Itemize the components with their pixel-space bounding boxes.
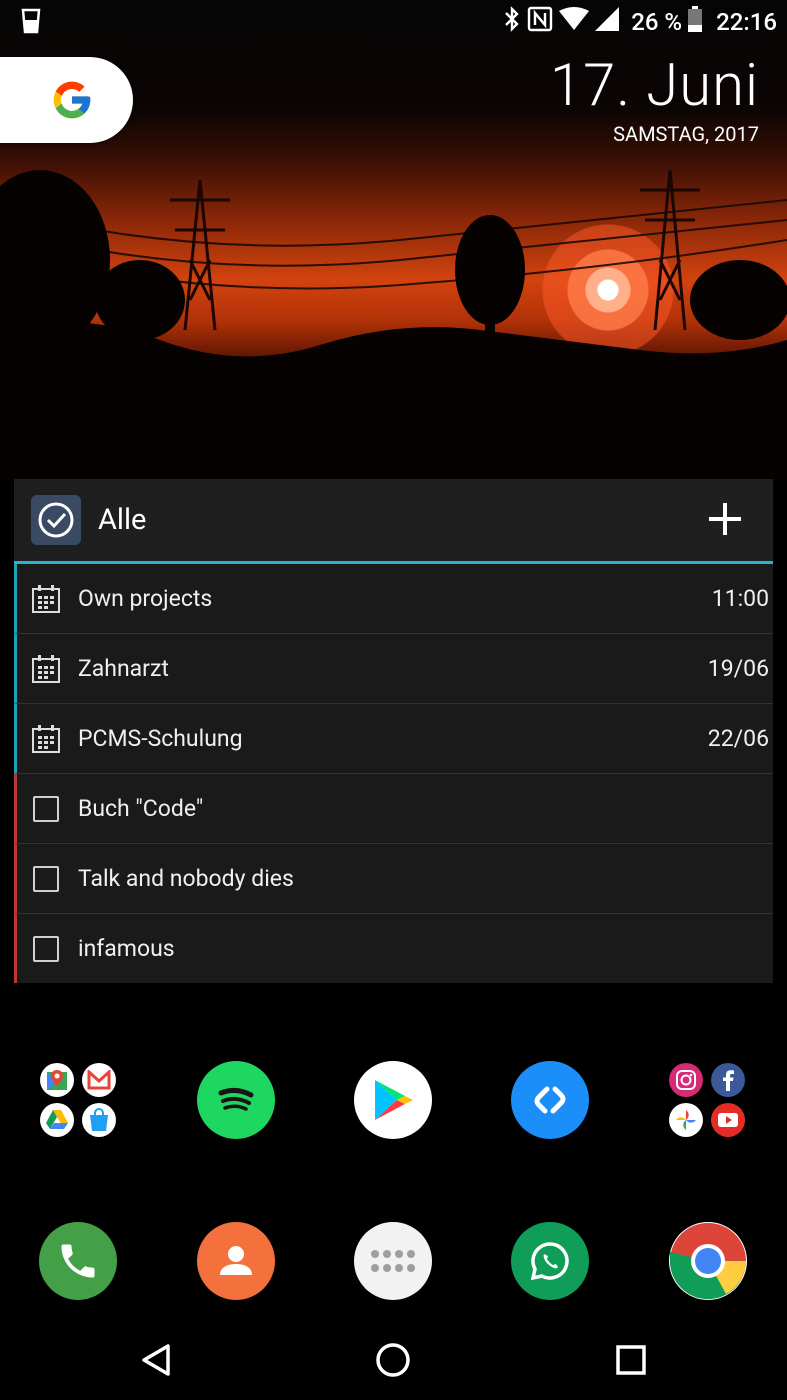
youtube-icon [711,1103,745,1137]
list-item[interactable]: Own projects 11:00 [14,564,773,634]
widget-title[interactable]: Alle [98,503,146,537]
widget-header: Alle [14,479,773,564]
calendar-icon [31,584,61,614]
maps-icon [40,1063,74,1097]
battery-percent: 26 % [631,8,683,36]
item-label: Own projects [78,585,213,612]
task-checkbox[interactable] [31,794,61,824]
phone-icon[interactable] [39,1222,117,1300]
google-g-icon [30,65,114,135]
clock: 22:16 [716,8,777,36]
task-checkbox[interactable] [31,934,61,964]
calendar-icon [31,724,61,754]
item-label: PCMS-Schulung [78,725,243,752]
cup-notification-icon [20,7,42,35]
date-weekday-year[interactable]: SAMSTAG, 2017 [613,122,759,146]
google-apps-folder[interactable] [38,1059,120,1141]
bluetooth-icon [503,6,521,38]
spotify-icon[interactable] [197,1061,275,1139]
gmail-icon [82,1063,116,1097]
item-label: Talk and nobody dies [78,865,294,892]
shazam-icon[interactable] [511,1061,589,1139]
play-store-icon[interactable] [354,1061,432,1139]
calendar-icon [31,654,61,684]
cell-signal-icon [595,7,620,37]
facebook-icon [711,1063,745,1097]
battery-icon [688,6,703,38]
item-label: Buch "Code" [78,795,204,822]
navigation-bar [0,1320,787,1400]
social-apps-folder[interactable] [667,1059,749,1141]
add-icon[interactable] [705,499,745,539]
agenda-widget: Alle Own projects 11:00 Zahnarzt 19/06 P… [14,479,773,983]
contacts-icon[interactable] [197,1222,275,1300]
drive-icon [40,1103,74,1137]
item-date: 22/06 [707,725,769,752]
item-label: infamous [78,935,175,962]
wifi-icon [559,7,590,37]
whatsapp-icon[interactable] [511,1222,589,1300]
list-item[interactable]: Buch "Code" [14,774,773,844]
item-label: Zahnarzt [78,655,169,682]
list-item[interactable]: infamous [14,914,773,983]
app-drawer-icon[interactable] [354,1222,432,1300]
list-item[interactable]: PCMS-Schulung 22/06 [14,704,773,774]
chrome-icon[interactable] [669,1222,747,1300]
instagram-icon [669,1063,703,1097]
google-photos-icon [669,1103,703,1137]
widget-checkmark-icon[interactable] [31,495,81,545]
item-time: 11:00 [711,585,769,612]
back-icon[interactable] [134,1338,178,1382]
home-icon[interactable] [371,1338,415,1382]
status-bar: 26 % 22:16 [0,0,787,44]
list-item[interactable]: Talk and nobody dies [14,844,773,914]
google-search-button[interactable] [0,57,133,143]
list-item[interactable]: Zahnarzt 19/06 [14,634,773,704]
shopping-bag-icon [82,1103,116,1137]
task-checkbox[interactable] [31,864,61,894]
recents-icon[interactable] [609,1338,653,1382]
item-date: 19/06 [707,655,769,682]
nfc-icon [527,6,553,38]
date-day-month[interactable]: 17. Juni [550,52,759,120]
